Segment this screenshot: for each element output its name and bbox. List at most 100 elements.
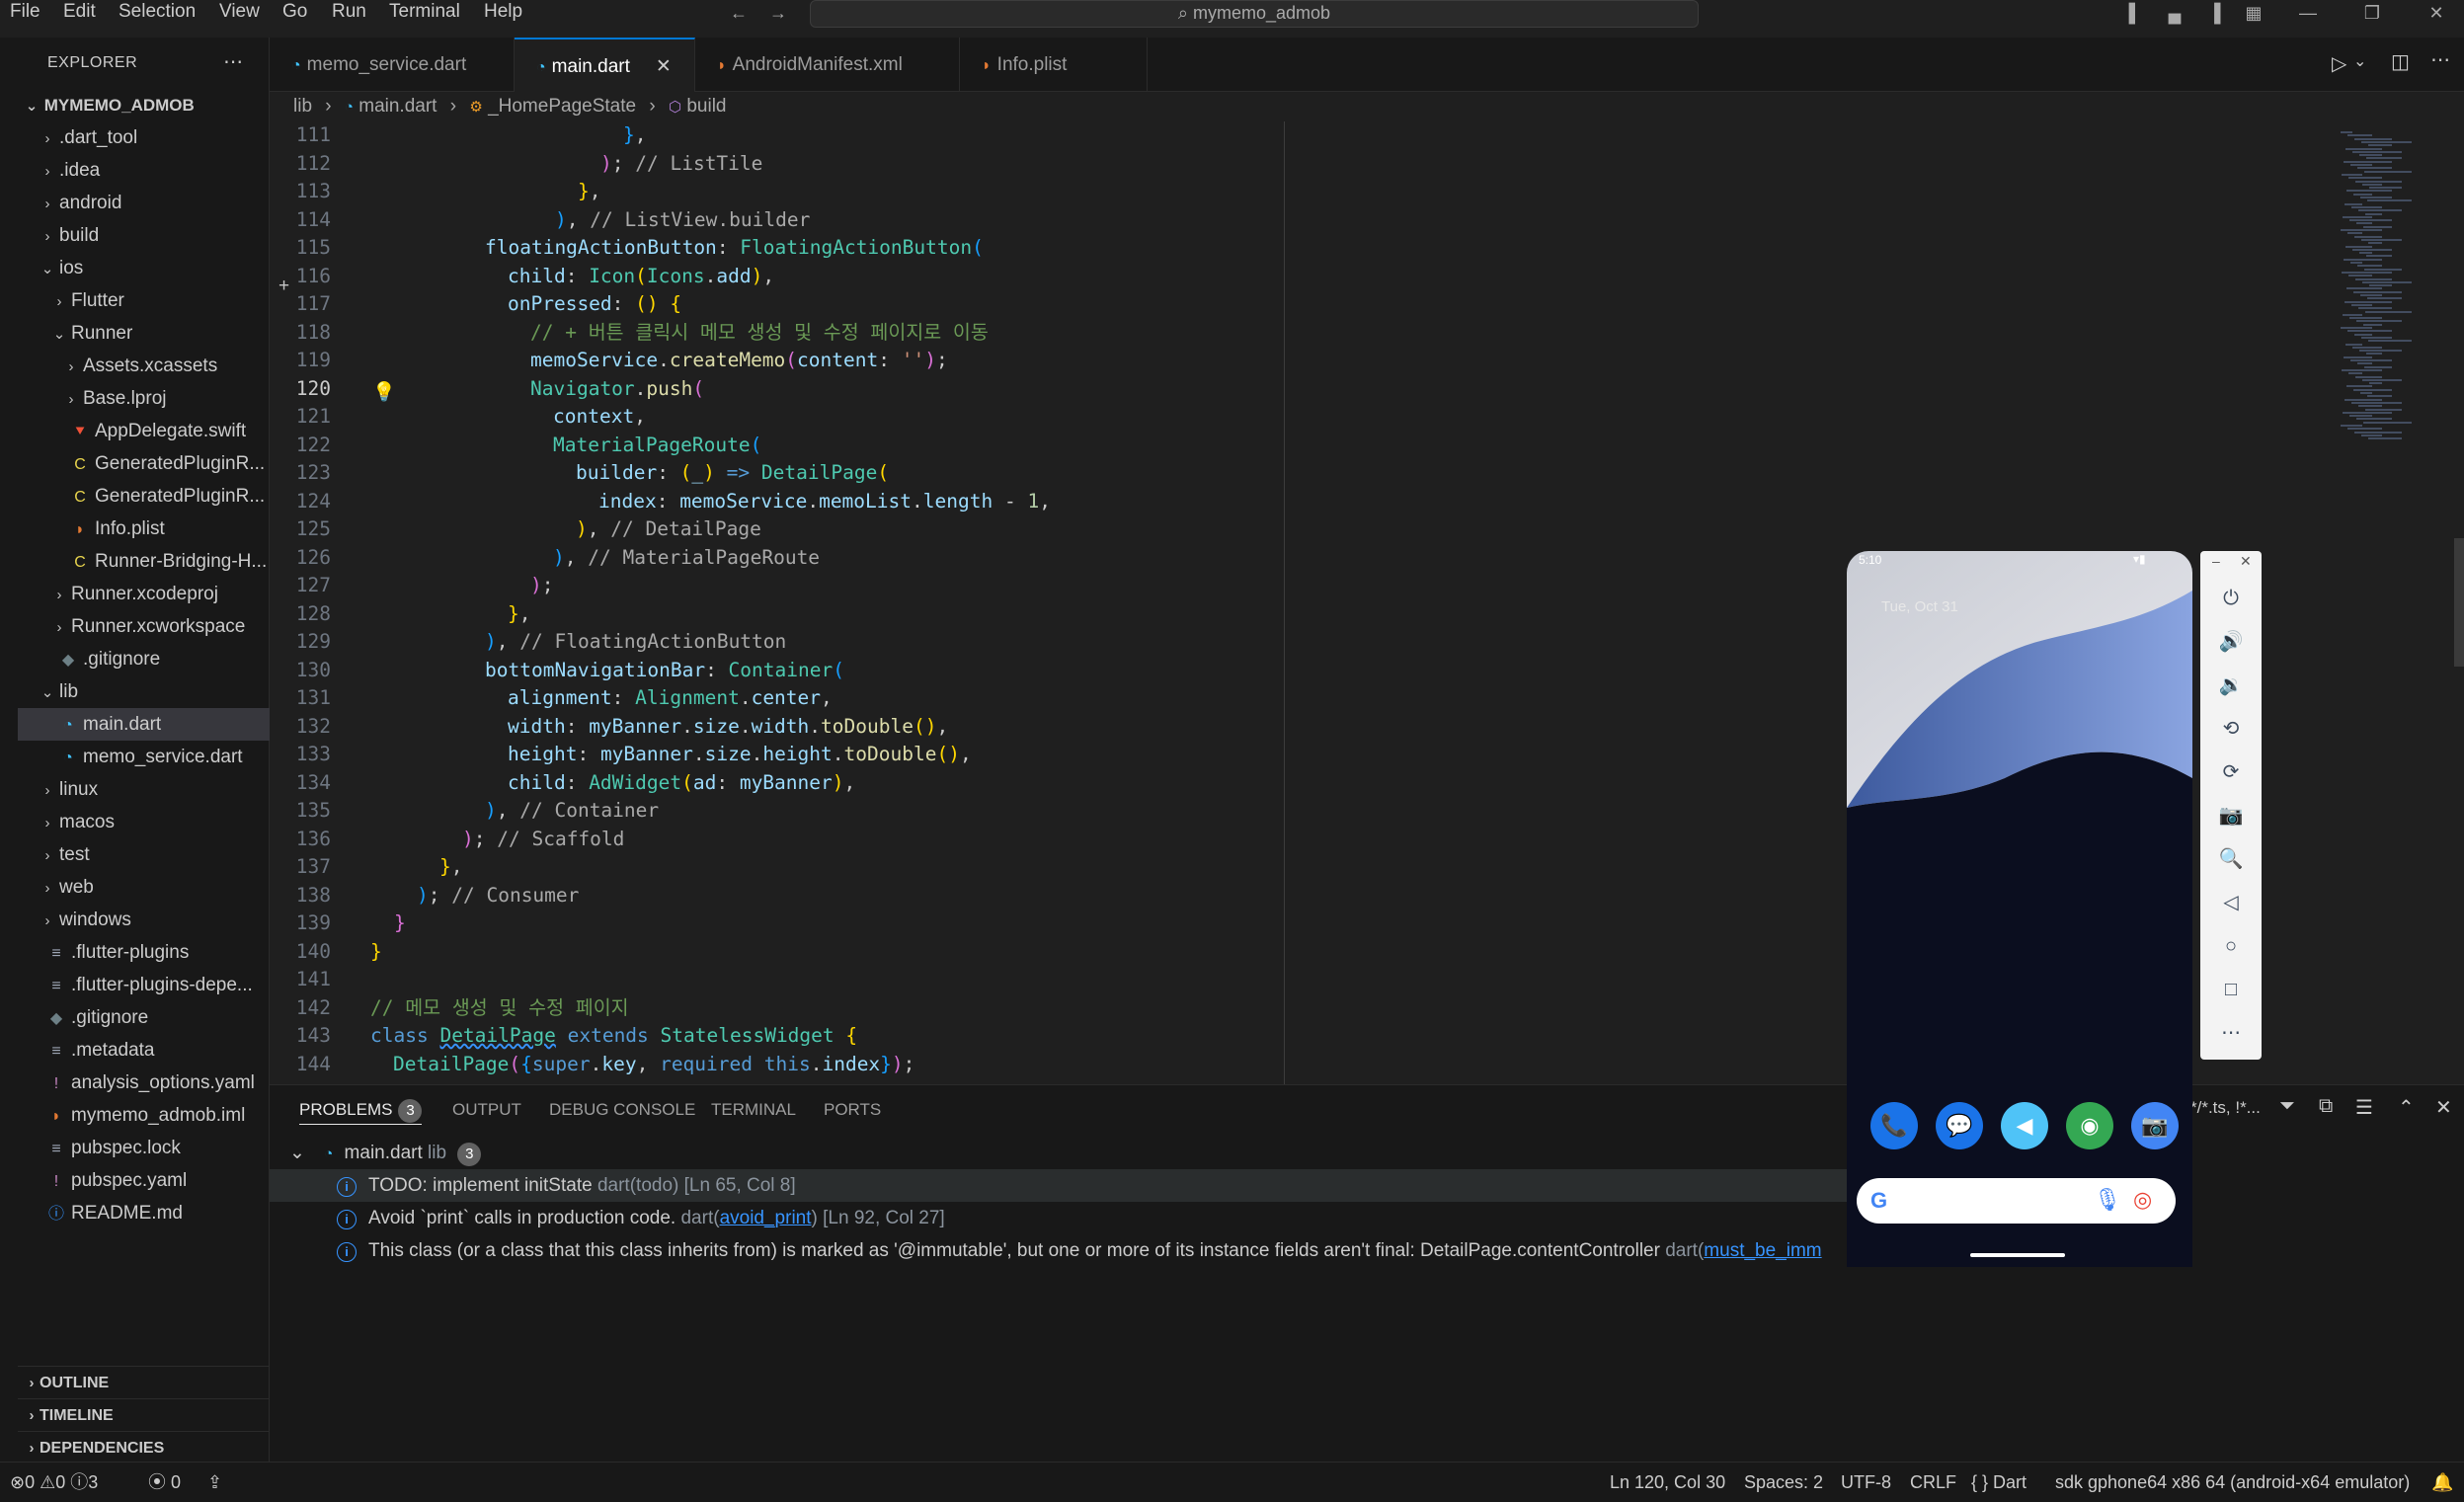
breadcrumb-file[interactable]: main.dart xyxy=(358,96,437,117)
zoom-icon[interactable]: 🔍 xyxy=(2200,837,2262,881)
google-search-bar[interactable]: G 🎙 ◎ xyxy=(1857,1178,2176,1224)
filter-icon[interactable]: ⏷ xyxy=(2279,1095,2295,1118)
phone-app-icon[interactable]: 📞 xyxy=(1870,1102,1918,1149)
back-arrow-icon[interactable]: ← xyxy=(727,2,751,24)
lightbulb-icon[interactable]: 💡 xyxy=(372,380,396,404)
problem-source-link[interactable]: avoid_print xyxy=(720,1208,812,1228)
tree-item[interactable]: ≡ .flutter-plugins xyxy=(18,936,270,969)
home-icon[interactable]: ○ xyxy=(2200,924,2262,968)
filter-input[interactable]: */*.ts, !*... xyxy=(2190,1098,2261,1118)
breadcrumb-lib[interactable]: lib xyxy=(293,96,312,117)
tree-item[interactable]: › web xyxy=(18,871,270,904)
menu-run[interactable]: Run xyxy=(332,0,366,28)
tab-problems[interactable]: PROBLEMS 3 xyxy=(299,1095,423,1125)
tree-item[interactable]: › macos xyxy=(18,806,270,838)
tree-item[interactable]: › Flutter xyxy=(18,284,270,317)
breadcrumb-class[interactable]: _HomePageState xyxy=(488,96,636,117)
toggle-sidebar-icon[interactable]: ▌ xyxy=(2123,2,2147,24)
live-share-icon[interactable]: ⇪ xyxy=(207,1462,222,1502)
camera-app-icon[interactable]: 📷 xyxy=(2131,1102,2179,1149)
problems-group[interactable]: ⌄ ◔ main.dart lib 3 xyxy=(289,1137,482,1169)
tab-terminal[interactable]: TERMINAL xyxy=(711,1095,796,1125)
device-selector[interactable]: sdk gphone64 x86 64 (android-x64 emulato… xyxy=(2055,1462,2410,1502)
editor-scrollbar[interactable] xyxy=(2454,538,2464,667)
tree-item[interactable]: ◆ .gitignore xyxy=(18,1001,270,1034)
problem-row[interactable]: i This class (or a class that this class … xyxy=(337,1234,1877,1267)
chrome-app-icon[interactable]: ◉ xyxy=(2066,1102,2113,1149)
forward-arrow-icon[interactable]: → xyxy=(766,2,790,24)
tree-item[interactable]: ! pubspec.yaml xyxy=(18,1164,270,1197)
back-icon[interactable]: ◁ xyxy=(2200,881,2262,924)
command-center-search[interactable]: ⌕ mymemo_admob xyxy=(810,0,1699,28)
tree-item[interactable]: › Runner.xcworkspace xyxy=(18,610,270,643)
close-window-icon[interactable]: ✕ xyxy=(2424,2,2448,24)
camera-screenshot-icon[interactable]: 📷 xyxy=(2200,794,2262,837)
tree-item[interactable]: ◗ mymemo_admob.iml xyxy=(18,1099,270,1132)
tree-item[interactable]: ⌄ Runner xyxy=(18,317,270,350)
tree-item[interactable]: › windows xyxy=(18,904,270,936)
tab-output[interactable]: OUTPUT xyxy=(452,1095,521,1125)
customize-layout-icon[interactable]: ▦ xyxy=(2242,2,2265,24)
timeline-section[interactable]: › TIMELINE xyxy=(18,1398,270,1431)
run-icon[interactable]: ▷ xyxy=(2332,51,2346,76)
close-panel-icon[interactable]: ✕ xyxy=(2435,1095,2452,1120)
lens-icon[interactable]: ◎ xyxy=(2133,1187,2152,1213)
dependencies-section[interactable]: › DEPENDENCIES xyxy=(18,1431,270,1463)
run-dropdown-icon[interactable]: ⌄ xyxy=(2353,51,2366,71)
tree-item[interactable]: › build xyxy=(18,219,270,252)
menu-go[interactable]: Go xyxy=(282,0,307,28)
problem-row[interactable]: i TODO: implement initState dart(todo) [L… xyxy=(270,1169,1850,1202)
ports-status[interactable]: ⦿ 0 xyxy=(148,1462,181,1502)
menu-help[interactable]: Help xyxy=(484,0,522,28)
minimap[interactable] xyxy=(2341,121,2464,1084)
tree-item[interactable]: ≡ .flutter-plugins-depe... xyxy=(18,969,270,1001)
tree-item[interactable]: ⌄ ios xyxy=(18,252,270,284)
tree-item[interactable]: ◔ memo_service.dart xyxy=(18,741,270,773)
split-editor-icon[interactable]: ◫ xyxy=(2391,49,2410,74)
rotate-left-icon[interactable]: ⟲ xyxy=(2200,707,2262,751)
menu-selection[interactable]: Selection xyxy=(119,0,196,28)
tree-item[interactable]: ◗ Info.plist xyxy=(18,513,270,545)
menu-file[interactable]: File xyxy=(10,0,40,28)
minimize-icon[interactable]: – xyxy=(2212,553,2220,569)
tree-item[interactable]: › .idea xyxy=(18,154,270,187)
encoding[interactable]: UTF-8 xyxy=(1841,1462,1891,1502)
maximize-panel-icon[interactable]: ⌃ xyxy=(2398,1095,2415,1120)
tab-debug-console[interactable]: DEBUG CONSOLE xyxy=(549,1095,695,1125)
tree-item[interactable]: ≡ .metadata xyxy=(18,1034,270,1067)
tree-item[interactable]: ⯆ AppDelegate.swift xyxy=(18,415,270,447)
tab-ports[interactable]: PORTS xyxy=(824,1095,881,1125)
menu-edit[interactable]: Edit xyxy=(63,0,96,28)
close-tab-icon[interactable]: ✕ xyxy=(656,56,672,77)
tree-item[interactable]: ⌄ lib xyxy=(18,675,270,708)
tree-item[interactable]: ! analysis_options.yaml xyxy=(18,1067,270,1099)
toggle-secondary-sidebar-icon[interactable]: ▐ xyxy=(2202,2,2226,24)
menu-terminal[interactable]: Terminal xyxy=(389,0,460,28)
tree-item[interactable]: › .dart_tool xyxy=(18,121,270,154)
tab-main-dart[interactable]: ◔ main.dart ✕ xyxy=(515,38,695,92)
rotate-right-icon[interactable]: ⟳ xyxy=(2200,751,2262,794)
gesture-nav-bar[interactable] xyxy=(1970,1253,2065,1257)
breadcrumb-method[interactable]: build xyxy=(686,96,726,117)
android-emulator-screen[interactable]: 5:10 ▾▮ Tue, Oct 31 G 🎙 ◎ xyxy=(1847,551,2192,1267)
tree-item[interactable]: › linux xyxy=(18,773,270,806)
collapse-all-icon[interactable]: ⧉ xyxy=(2319,1095,2333,1118)
view-as-tree-icon[interactable]: ☰ xyxy=(2355,1095,2373,1120)
tab-info-plist[interactable]: ◗ Info.plist xyxy=(960,38,1148,92)
tab-memo-service[interactable]: ◔ memo_service.dart xyxy=(270,38,515,92)
mic-icon[interactable]: 🎙 xyxy=(2094,1187,2121,1213)
outline-section[interactable]: › OUTLINE xyxy=(18,1366,270,1398)
tree-item[interactable]: C GeneratedPluginR... xyxy=(18,480,270,513)
notifications-icon[interactable]: 🔔 xyxy=(2431,1462,2453,1502)
tree-item[interactable]: › test xyxy=(18,838,270,871)
tree-item[interactable]: › Assets.xcassets xyxy=(18,350,270,382)
power-icon[interactable]: ⏻ xyxy=(2200,577,2262,620)
toggle-panel-icon[interactable]: ▄ xyxy=(2163,2,2186,24)
cursor-position[interactable]: Ln 120, Col 30 xyxy=(1610,1462,1725,1502)
more-icon[interactable]: ⋯ xyxy=(2200,1011,2262,1055)
volume-down-icon[interactable]: 🔉 xyxy=(2200,664,2262,707)
tree-item[interactable]: ◔ main.dart xyxy=(18,708,270,741)
tree-item[interactable]: ⓘ README.md xyxy=(18,1197,270,1229)
explorer-root-folder[interactable]: ⌄ MYMEMO_ADMOB xyxy=(18,89,270,121)
messages-app-icon[interactable]: 💬 xyxy=(1936,1102,1983,1149)
